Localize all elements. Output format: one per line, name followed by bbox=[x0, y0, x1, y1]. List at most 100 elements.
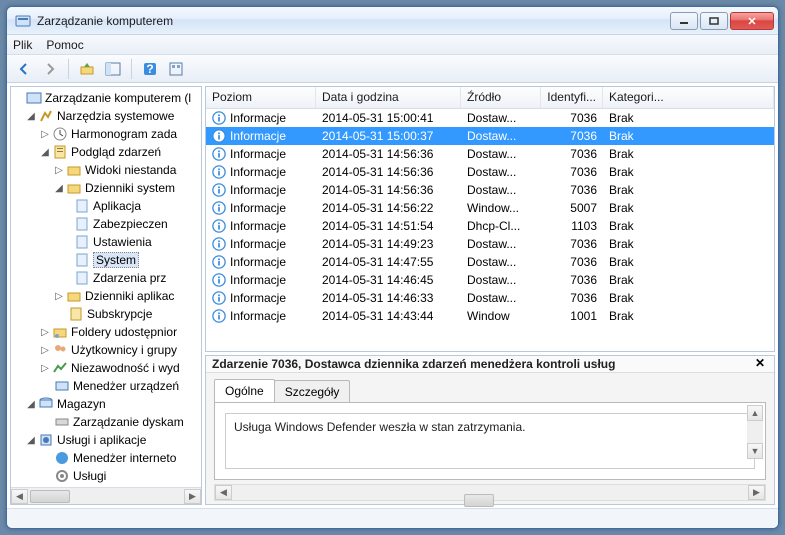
show-tree-button[interactable] bbox=[102, 58, 124, 80]
tab-general[interactable]: Ogólne bbox=[214, 379, 275, 402]
scroll-thumb[interactable] bbox=[30, 490, 70, 503]
forward-button[interactable] bbox=[39, 58, 61, 80]
cell-level: Informacje bbox=[230, 111, 286, 125]
event-row[interactable]: Informacje2014-05-31 14:56:22Window...50… bbox=[206, 199, 774, 217]
scroll-thumb[interactable] bbox=[464, 494, 494, 507]
tree-reliability[interactable]: ▷Niezawodność i wyd bbox=[11, 359, 201, 377]
information-icon bbox=[212, 147, 226, 161]
cell-datetime: 2014-05-31 14:56:36 bbox=[316, 147, 461, 161]
tree-services[interactable]: Usługi bbox=[11, 467, 201, 485]
cell-event-id: 1001 bbox=[541, 309, 603, 323]
tree-services-apps[interactable]: ◢Usługi i aplikacje bbox=[11, 431, 201, 449]
event-row[interactable]: Informacje2014-05-31 14:49:23Dostaw...70… bbox=[206, 235, 774, 253]
scroll-down-arrow[interactable]: ▼ bbox=[747, 443, 763, 459]
event-row[interactable]: Informacje2014-05-31 14:47:55Dostaw...70… bbox=[206, 253, 774, 271]
up-button[interactable] bbox=[76, 58, 98, 80]
detail-horizontal-scrollbar[interactable]: ◀ ▶ bbox=[214, 484, 766, 501]
tree-custom-views[interactable]: ▷Widoki niestanda bbox=[11, 161, 201, 179]
tree-event-viewer[interactable]: ◢Podgląd zdarzeń bbox=[11, 143, 201, 161]
tree-app-log[interactable]: Aplikacja bbox=[11, 197, 201, 215]
information-icon bbox=[212, 309, 226, 323]
tree-sys-tools[interactable]: ◢Narzędzia systemowe bbox=[11, 107, 201, 125]
maximize-button[interactable] bbox=[700, 12, 728, 30]
back-button[interactable] bbox=[13, 58, 35, 80]
titlebar[interactable]: Zarządzanie komputerem bbox=[7, 7, 778, 35]
scroll-right-arrow[interactable]: ▶ bbox=[748, 485, 765, 500]
cell-datetime: 2014-05-31 14:47:55 bbox=[316, 255, 461, 269]
cell-event-id: 7036 bbox=[541, 183, 603, 197]
cell-category: Brak bbox=[603, 219, 774, 233]
col-event-id[interactable]: Identyfi... bbox=[541, 87, 603, 108]
tree-shared-folders[interactable]: ▷Foldery udostępnior bbox=[11, 323, 201, 341]
cell-source: Dostaw... bbox=[461, 255, 541, 269]
tree-system-logs[interactable]: ◢Dzienniki system bbox=[11, 179, 201, 197]
list-header: Poziom Data i godzina Źródło Identyfi...… bbox=[206, 87, 774, 109]
col-datetime[interactable]: Data i godzina bbox=[316, 87, 461, 108]
scroll-left-arrow[interactable]: ◀ bbox=[11, 489, 28, 504]
information-icon bbox=[212, 255, 226, 269]
col-category[interactable]: Kategori... bbox=[603, 87, 774, 108]
detail-vertical-scrollbar[interactable]: ▲ ▼ bbox=[747, 405, 763, 459]
cell-level: Informacje bbox=[230, 237, 286, 251]
event-row[interactable]: Informacje2014-05-31 14:51:54Dhcp-Cl...1… bbox=[206, 217, 774, 235]
event-row[interactable]: Informacje2014-05-31 14:46:33Dostaw...70… bbox=[206, 289, 774, 307]
tree-system-log[interactable]: System bbox=[11, 251, 201, 269]
tree-iis[interactable]: Menedżer interneto bbox=[11, 449, 201, 467]
information-icon bbox=[212, 219, 226, 233]
tree-settings-log[interactable]: Ustawienia bbox=[11, 233, 201, 251]
cell-source: Dostaw... bbox=[461, 111, 541, 125]
toolbar: ? bbox=[7, 55, 778, 83]
event-list-body[interactable]: Informacje2014-05-31 15:00:41Dostaw...70… bbox=[206, 109, 774, 351]
event-detail-pane: Zdarzenie 7036, Dostawca dziennika zdarz… bbox=[205, 355, 775, 505]
menu-file[interactable]: Plik bbox=[13, 38, 32, 52]
properties-button[interactable] bbox=[165, 58, 187, 80]
tree-app-services-logs[interactable]: ▷Dzienniki aplikac bbox=[11, 287, 201, 305]
event-row[interactable]: Informacje2014-05-31 14:56:36Dostaw...70… bbox=[206, 145, 774, 163]
cell-level: Informacje bbox=[230, 129, 286, 143]
cell-source: Dhcp-Cl... bbox=[461, 219, 541, 233]
cell-category: Brak bbox=[603, 165, 774, 179]
tree-view[interactable]: Zarządzanie komputerem (l ◢Narzędzia sys… bbox=[11, 87, 201, 487]
cell-category: Brak bbox=[603, 291, 774, 305]
cell-event-id: 5007 bbox=[541, 201, 603, 215]
col-source[interactable]: Źródło bbox=[461, 87, 541, 108]
window-title: Zarządzanie komputerem bbox=[37, 14, 670, 28]
cell-category: Brak bbox=[603, 129, 774, 143]
event-row[interactable]: Informacje2014-05-31 14:43:44Window1001B… bbox=[206, 307, 774, 325]
scroll-left-arrow[interactable]: ◀ bbox=[215, 485, 232, 500]
help-button[interactable]: ? bbox=[139, 58, 161, 80]
scroll-up-arrow[interactable]: ▲ bbox=[747, 405, 763, 421]
event-row[interactable]: Informacje2014-05-31 15:00:41Dostaw...70… bbox=[206, 109, 774, 127]
tree-disk-mgmt[interactable]: Zarządzanie dyskam bbox=[11, 413, 201, 431]
tree-task-scheduler[interactable]: ▷Harmonogram zada bbox=[11, 125, 201, 143]
tree-forwarded[interactable]: Zdarzenia prz bbox=[11, 269, 201, 287]
tree-horizontal-scrollbar[interactable]: ◀ ▶ bbox=[11, 487, 201, 504]
cell-source: Dostaw... bbox=[461, 165, 541, 179]
event-row[interactable]: Informacje2014-05-31 14:56:36Dostaw...70… bbox=[206, 181, 774, 199]
col-level[interactable]: Poziom bbox=[206, 87, 316, 108]
tree-subscriptions[interactable]: Subskrypcje bbox=[11, 305, 201, 323]
scroll-right-arrow[interactable]: ▶ bbox=[184, 489, 201, 504]
tree-device-mgr[interactable]: Menedżer urządzeń bbox=[11, 377, 201, 395]
tree-security-log[interactable]: Zabezpieczen bbox=[11, 215, 201, 233]
cell-level: Informacje bbox=[230, 165, 286, 179]
cell-source: Dostaw... bbox=[461, 147, 541, 161]
event-row[interactable]: Informacje2014-05-31 14:46:45Dostaw...70… bbox=[206, 271, 774, 289]
cell-datetime: 2014-05-31 15:00:41 bbox=[316, 111, 461, 125]
cell-source: Dostaw... bbox=[461, 129, 541, 143]
cell-level: Informacje bbox=[230, 147, 286, 161]
close-button[interactable] bbox=[730, 12, 774, 30]
event-list-pane: Poziom Data i godzina Źródło Identyfi...… bbox=[205, 86, 775, 352]
event-row[interactable]: Informacje2014-05-31 15:00:37Dostaw...70… bbox=[206, 127, 774, 145]
event-row[interactable]: Informacje2014-05-31 14:56:36Dostaw...70… bbox=[206, 163, 774, 181]
tree-storage[interactable]: ◢Magazyn bbox=[11, 395, 201, 413]
minimize-button[interactable] bbox=[670, 12, 698, 30]
tree-root[interactable]: Zarządzanie komputerem (l bbox=[11, 89, 201, 107]
menu-help[interactable]: Pomoc bbox=[46, 38, 83, 52]
detail-close-button[interactable]: ✕ bbox=[752, 356, 768, 372]
cell-category: Brak bbox=[603, 255, 774, 269]
cell-source: Dostaw... bbox=[461, 291, 541, 305]
tree-users-groups[interactable]: ▷Użytkownicy i grupy bbox=[11, 341, 201, 359]
tab-details[interactable]: Szczegóły bbox=[274, 380, 351, 403]
cell-category: Brak bbox=[603, 183, 774, 197]
